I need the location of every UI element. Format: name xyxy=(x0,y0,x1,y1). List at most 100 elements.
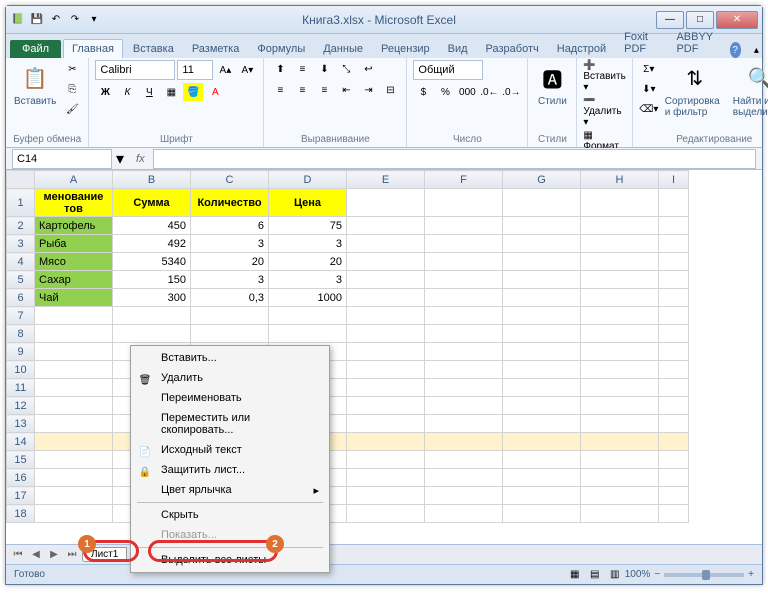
cell[interactable] xyxy=(581,235,659,253)
cell[interactable] xyxy=(659,289,689,307)
col-header[interactable]: B xyxy=(113,171,191,189)
qat-dropdown-icon[interactable]: ▾ xyxy=(86,12,102,28)
row-header[interactable]: 16 xyxy=(7,469,35,487)
decrease-indent-icon[interactable]: ⇤ xyxy=(336,81,356,99)
cell[interactable]: Сумма xyxy=(113,189,191,217)
fx-icon[interactable]: fx xyxy=(128,153,153,165)
cell[interactable]: 300 xyxy=(113,289,191,307)
row-header[interactable]: 11 xyxy=(7,379,35,397)
cell[interactable]: 20 xyxy=(269,253,347,271)
cell[interactable] xyxy=(425,379,503,397)
cell[interactable]: 3 xyxy=(269,271,347,289)
cell[interactable] xyxy=(581,433,659,451)
cell[interactable] xyxy=(581,189,659,217)
file-tab[interactable]: Файл xyxy=(10,40,61,58)
cell[interactable] xyxy=(425,325,503,343)
row-header[interactable]: 1 xyxy=(7,189,35,217)
cell[interactable] xyxy=(425,433,503,451)
cell[interactable] xyxy=(503,189,581,217)
cell[interactable] xyxy=(347,433,425,451)
cell[interactable]: Количество xyxy=(191,189,269,217)
cell[interactable] xyxy=(659,451,689,469)
cell[interactable] xyxy=(581,379,659,397)
cell[interactable] xyxy=(113,307,191,325)
row-header[interactable]: 12 xyxy=(7,397,35,415)
cell[interactable] xyxy=(425,217,503,235)
cell[interactable] xyxy=(113,325,191,343)
cell[interactable]: 75 xyxy=(269,217,347,235)
row-header[interactable]: 15 xyxy=(7,451,35,469)
cell[interactable] xyxy=(425,253,503,271)
cell[interactable] xyxy=(347,415,425,433)
cell[interactable]: 20 xyxy=(191,253,269,271)
col-header[interactable]: D xyxy=(269,171,347,189)
cell[interactable] xyxy=(35,487,113,505)
cell[interactable] xyxy=(347,235,425,253)
cell[interactable] xyxy=(581,217,659,235)
cell[interactable]: 3 xyxy=(269,235,347,253)
cell[interactable] xyxy=(35,361,113,379)
tab-abbyypdf[interactable]: ABBYY PDF xyxy=(668,28,727,58)
row-header[interactable]: 6 xyxy=(7,289,35,307)
currency-icon[interactable]: $ xyxy=(413,83,433,101)
cell[interactable]: Рыба xyxy=(35,235,113,253)
cell[interactable] xyxy=(659,361,689,379)
paste-button[interactable]: 📋 Вставить xyxy=(12,60,58,109)
styles-button[interactable]: 🅰 Стили xyxy=(534,60,570,109)
align-bottom-icon[interactable]: ⬇ xyxy=(314,60,334,78)
col-header[interactable]: G xyxy=(503,171,581,189)
row-header[interactable]: 18 xyxy=(7,505,35,523)
cell[interactable] xyxy=(503,253,581,271)
sheet-nav-first-icon[interactable]: ⏮ xyxy=(10,549,26,560)
font-color-icon[interactable]: A xyxy=(205,83,225,101)
find-select-button[interactable]: 🔍 Найти и выделить xyxy=(731,60,768,120)
cell[interactable] xyxy=(659,235,689,253)
cell[interactable] xyxy=(659,397,689,415)
cell[interactable] xyxy=(425,289,503,307)
cell[interactable]: 5340 xyxy=(113,253,191,271)
cell[interactable] xyxy=(35,325,113,343)
cell[interactable] xyxy=(35,505,113,523)
cell[interactable] xyxy=(659,217,689,235)
cell[interactable] xyxy=(659,433,689,451)
cell[interactable] xyxy=(581,505,659,523)
align-center-icon[interactable]: ≡ xyxy=(292,81,312,99)
tab-insert[interactable]: Вставка xyxy=(125,40,182,58)
ctx-select-all-sheets[interactable]: Выделить все листы xyxy=(133,550,327,570)
cell[interactable] xyxy=(503,307,581,325)
row-header[interactable]: 3 xyxy=(7,235,35,253)
align-right-icon[interactable]: ≡ xyxy=(314,81,334,99)
cell[interactable] xyxy=(347,361,425,379)
percent-icon[interactable]: % xyxy=(435,83,455,101)
zoom-level[interactable]: 100% xyxy=(625,569,651,580)
cell[interactable] xyxy=(347,217,425,235)
cell[interactable] xyxy=(581,325,659,343)
cell[interactable] xyxy=(659,487,689,505)
cell[interactable] xyxy=(503,361,581,379)
row-header[interactable]: 9 xyxy=(7,343,35,361)
cell[interactable] xyxy=(347,505,425,523)
row-header[interactable]: 7 xyxy=(7,307,35,325)
cell[interactable] xyxy=(503,343,581,361)
cell[interactable] xyxy=(425,307,503,325)
tab-developer[interactable]: Разработч xyxy=(478,40,547,58)
cell[interactable] xyxy=(659,379,689,397)
cell[interactable] xyxy=(347,469,425,487)
cell[interactable] xyxy=(659,271,689,289)
cell[interactable] xyxy=(503,325,581,343)
font-name-select[interactable] xyxy=(95,60,175,80)
number-format-select[interactable] xyxy=(413,60,483,80)
col-header[interactable]: A xyxy=(35,171,113,189)
align-middle-icon[interactable]: ≡ xyxy=(292,60,312,78)
ctx-protect[interactable]: 🔒Защитить лист... xyxy=(133,460,327,480)
cell[interactable] xyxy=(347,451,425,469)
font-size-select[interactable] xyxy=(177,60,213,80)
cell[interactable] xyxy=(425,469,503,487)
cell[interactable] xyxy=(425,451,503,469)
cell[interactable] xyxy=(503,487,581,505)
autosum-icon[interactable]: Σ▾ xyxy=(639,60,659,78)
cell[interactable] xyxy=(503,505,581,523)
cell[interactable] xyxy=(503,433,581,451)
cell[interactable] xyxy=(347,289,425,307)
formula-input[interactable] xyxy=(153,149,756,169)
